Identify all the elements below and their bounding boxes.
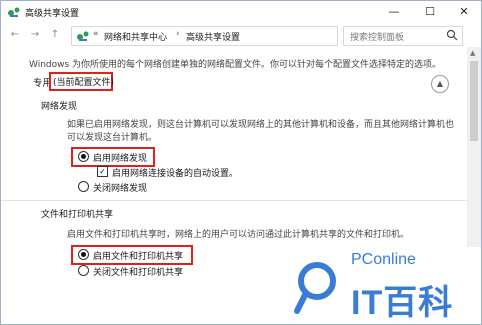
title-bar: 高级共享设置 — ☐ ✕	[1, 1, 481, 23]
network-discovery-desc-line2: 可以发现这台计算机。	[67, 133, 158, 143]
network-sharing-icon	[77, 31, 89, 41]
scroll-up-icon[interactable]: ▲	[470, 49, 475, 57]
breadcrumb-prefix: «	[93, 29, 99, 39]
scrollbar-thumb[interactable]	[470, 61, 478, 141]
pconline-watermark: PConline IT百科	[287, 247, 481, 324]
intro-text: Windows 为你所使用的每个网络创建单独的网络配置文件。你可以针对每个配置文…	[29, 60, 442, 70]
address-bar: ← → ↑ « 网络和共享中心 › 高级共享设置 搜索控制面板	[1, 23, 481, 48]
forward-arrow-icon[interactable]: →	[27, 27, 43, 43]
auto-setup-label[interactable]: 启用网络连接设备的自动设置。	[112, 166, 238, 179]
advanced-sharing-window: 高级共享设置 — ☐ ✕ ← → ↑ « 网络和共享中心 › 高级共享设置 搜索…	[0, 0, 482, 325]
network-discovery-on-label[interactable]: 启用网络发现	[93, 151, 147, 164]
file-sharing-on-radio[interactable]	[78, 249, 89, 260]
search-icon[interactable]	[446, 29, 458, 41]
network-discovery-heading: 网络发现	[41, 102, 78, 112]
search-magnifier-logo-icon	[294, 262, 336, 314]
file-sharing-on-label[interactable]: 启用文件和打印机共享	[93, 249, 183, 262]
network-discovery-on-radio[interactable]	[78, 151, 89, 162]
network-discovery-off-radio[interactable]	[78, 181, 89, 192]
section-divider	[1, 200, 467, 201]
watermark-name: IT百科	[351, 284, 454, 322]
up-arrow-icon[interactable]: ↑	[47, 27, 63, 43]
auto-setup-checkbox[interactable]: ✓	[97, 166, 108, 177]
current-profile-label: (当前配置文件)	[53, 78, 115, 88]
network-discovery-off-label[interactable]: 关闭网络发现	[93, 181, 147, 194]
back-arrow-icon[interactable]: ←	[7, 27, 23, 43]
network-sharing-icon	[8, 7, 20, 17]
maximize-button[interactable]: ☐	[413, 1, 447, 23]
file-sharing-off-radio[interactable]	[78, 265, 89, 276]
file-sharing-desc: 启用文件和打印机共享时，网络上的用户可以访问通过此计算机共享的文件和打印机。	[67, 230, 410, 240]
chevron-right-icon: ›	[176, 29, 180, 39]
watermark-brand: PConline	[351, 251, 416, 268]
breadcrumb-item-network-center[interactable]: 网络和共享中心	[104, 30, 167, 43]
network-discovery-desc-line1: 如果已启用网络发现，则这台计算机可以发现网络上的其他计算机和设备，而且其他网络计…	[67, 120, 455, 130]
minimize-button[interactable]: —	[377, 1, 411, 23]
file-sharing-heading: 文件和打印机共享	[41, 210, 114, 220]
collapse-chevron-up-icon[interactable]: ▲	[431, 75, 449, 93]
file-sharing-off-label[interactable]: 关闭文件和打印机共享	[93, 265, 183, 278]
window-title: 高级共享设置	[25, 9, 80, 19]
search-placeholder: 搜索控制面板	[350, 33, 405, 43]
close-button[interactable]: ✕	[447, 1, 481, 23]
breadcrumb[interactable]: « 网络和共享中心 › 高级共享设置	[71, 26, 338, 46]
breadcrumb-item-advanced[interactable]: 高级共享设置	[186, 30, 240, 43]
search-input[interactable]: 搜索控制面板	[343, 26, 463, 46]
